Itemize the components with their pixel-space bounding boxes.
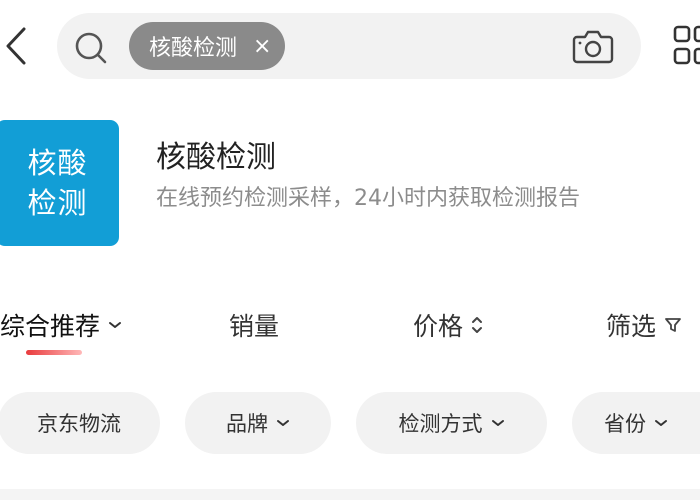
sort-tab-filter[interactable]: 筛选 [606, 308, 682, 342]
promo-title[interactable]: 核酸检测 [156, 132, 276, 176]
clear-keyword-icon[interactable]: × [253, 34, 271, 59]
filter-chip-province[interactable]: 省份 [572, 392, 700, 454]
sort-tab-label: 综合推荐 [0, 312, 101, 341]
service-logo[interactable]: 核酸 检测 [0, 120, 119, 246]
sort-updown-icon [472, 317, 483, 333]
active-tab-indicator [26, 350, 82, 355]
chevron-down-icon [277, 420, 289, 426]
back-arrow-icon [6, 27, 26, 65]
sort-tab-label: 价格 [413, 312, 464, 341]
menu-grid-icon[interactable] [670, 22, 700, 68]
sort-tab-sales[interactable]: 销量 [229, 308, 279, 342]
filter-chip-test-method[interactable]: 检测方式 [356, 392, 547, 454]
filter-chip-label: 检测方式 [398, 412, 483, 436]
logo-text-line1: 核酸 [27, 146, 88, 180]
filter-chip-label: 品牌 [226, 412, 268, 436]
section-divider [0, 489, 700, 500]
sort-tab-label: 筛选 [606, 312, 657, 341]
camera-icon[interactable] [572, 27, 614, 65]
search-icon [75, 32, 107, 64]
filter-chip-brand[interactable]: 品牌 [185, 392, 331, 454]
sort-tab-comprehensive[interactable]: 综合推荐 [0, 308, 122, 342]
sort-tab-label: 销量 [229, 312, 280, 341]
chevron-down-icon [491, 420, 504, 426]
filter-chip-jd-logistics[interactable]: 京东物流 [0, 392, 160, 454]
promo-subtitle: 在线预约检测采样，24小时内获取检测报告 [156, 186, 580, 211]
filter-chip-label: 省份 [604, 412, 646, 436]
filter-funnel-icon [665, 318, 681, 332]
filter-chip-label: 京东物流 [37, 412, 121, 436]
back-button[interactable] [4, 26, 28, 66]
sort-tab-price[interactable]: 价格 [413, 308, 483, 342]
logo-text-line2: 检测 [27, 186, 88, 220]
search-keyword-label: 核酸检测 [149, 36, 238, 61]
chevron-down-icon [109, 322, 122, 328]
search-keyword-chip[interactable]: 核酸检测 × [129, 22, 286, 70]
chevron-down-icon [655, 420, 667, 426]
search-bar[interactable]: 核酸检测 × [57, 13, 641, 79]
